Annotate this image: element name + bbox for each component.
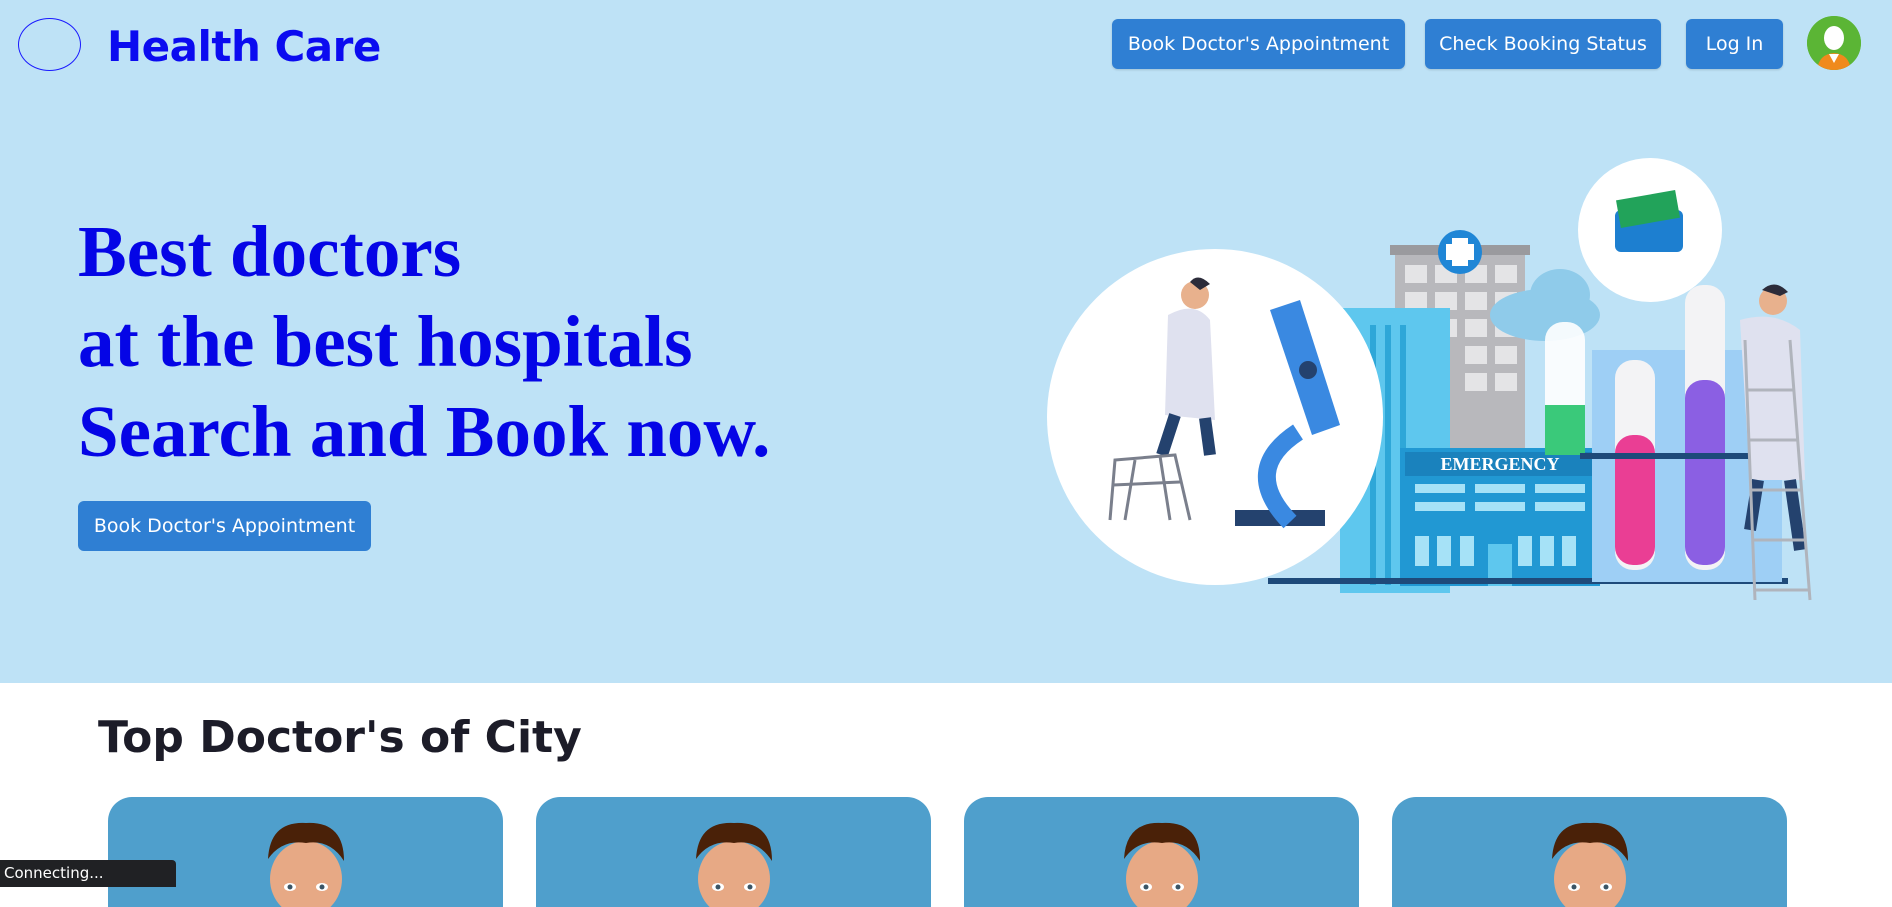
doctor-avatar-icon (268, 822, 344, 907)
doctor-avatar-icon (1552, 822, 1628, 907)
hero-heading-line-1: Best doctors (78, 211, 462, 292)
doctor-card[interactable] (108, 797, 503, 907)
hospital-illustration: EMERGENCY (1047, 158, 1812, 601)
login-button[interactable]: Log In (1686, 19, 1783, 69)
user-avatar-icon[interactable] (1807, 16, 1861, 70)
doctor-card[interactable] (1392, 797, 1787, 907)
brand-title[interactable]: Health Care (107, 22, 381, 71)
doctor-avatar-icon (1124, 822, 1200, 907)
top-doctors-title: Top Doctor's of City (98, 712, 582, 763)
doctor-card[interactable] (536, 797, 931, 907)
hero-heading-line-3: Search and Book now. (78, 391, 771, 472)
hero-heading-line-2: at the best hospitals (78, 301, 693, 382)
hero-section: Health Care Book Doctor's Appointment Ch… (0, 0, 1892, 683)
logo-icon[interactable] (18, 18, 81, 71)
emergency-sign: EMERGENCY (1440, 454, 1559, 474)
check-booking-status-button[interactable]: Check Booking Status (1425, 19, 1661, 69)
hero-book-appointment-button[interactable]: Book Doctor's Appointment (78, 501, 371, 551)
nav-book-appointment-button[interactable]: Book Doctor's Appointment (1112, 19, 1405, 69)
browser-status-bar: Connecting... (0, 860, 176, 887)
doctor-avatar-icon (696, 822, 772, 907)
doctor-card[interactable] (964, 797, 1359, 907)
